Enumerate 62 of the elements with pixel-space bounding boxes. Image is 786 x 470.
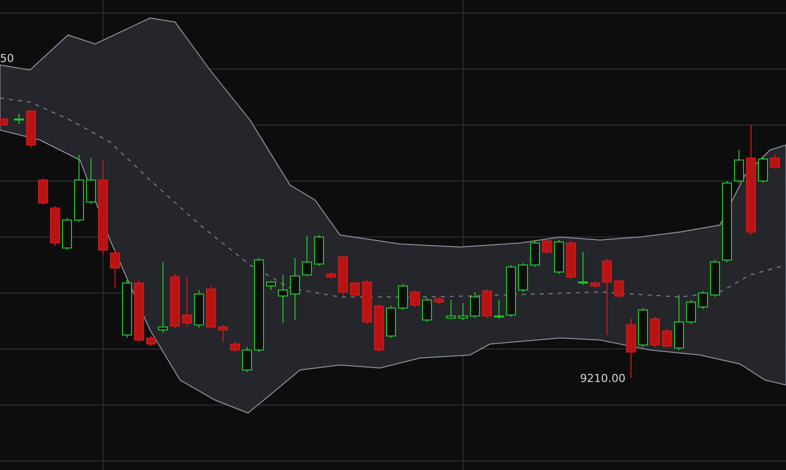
candlestick xyxy=(26,110,36,148)
candlestick xyxy=(266,280,276,290)
candlestick xyxy=(686,300,696,324)
candlestick xyxy=(302,236,312,276)
candlestick xyxy=(674,294,684,350)
candlestick xyxy=(578,252,588,286)
candlestick xyxy=(206,286,216,330)
candlestick xyxy=(182,276,192,328)
candlestick xyxy=(506,264,516,318)
candlestick xyxy=(590,280,600,288)
candlestick xyxy=(542,238,552,254)
candlestick xyxy=(14,114,24,124)
candlestick xyxy=(398,284,408,310)
price-label: 9210.00 xyxy=(580,372,626,385)
candlestick xyxy=(0,118,8,126)
candlestick xyxy=(530,240,540,268)
candlestick xyxy=(230,340,240,352)
candlestick xyxy=(470,292,480,318)
candlestick xyxy=(698,290,708,310)
price-label: 50 xyxy=(0,52,14,65)
candlestick xyxy=(494,300,504,320)
candlestick xyxy=(566,240,576,280)
candlestick xyxy=(422,298,432,322)
candlestick xyxy=(110,250,120,288)
candlestick xyxy=(434,296,444,304)
candlestick xyxy=(134,280,144,342)
candlestick xyxy=(350,282,360,298)
candlestick xyxy=(458,302,468,320)
candlestick xyxy=(194,290,204,328)
candlestick xyxy=(758,156,768,184)
candlestick xyxy=(170,274,180,328)
candlestick xyxy=(662,328,672,348)
candlestick xyxy=(74,154,84,222)
candlestick xyxy=(614,278,624,298)
candlestick xyxy=(638,308,648,348)
candlestick xyxy=(158,262,168,334)
candlestick xyxy=(626,318,636,378)
candlestick xyxy=(326,272,336,280)
candlestick xyxy=(242,346,252,372)
candlestick xyxy=(86,158,96,204)
candlestick xyxy=(38,178,48,206)
candlestick xyxy=(518,262,528,292)
candlestick xyxy=(554,240,564,274)
candlestick xyxy=(446,300,456,320)
candlestick xyxy=(374,304,384,352)
candlestick xyxy=(650,316,660,348)
candlestick xyxy=(734,150,744,184)
candlestick xyxy=(122,280,132,338)
candlestick xyxy=(770,154,780,170)
candlestick xyxy=(410,290,420,308)
candlestick xyxy=(338,256,348,296)
candlestick xyxy=(482,288,492,318)
candlestick xyxy=(362,280,372,324)
candlestick xyxy=(386,306,396,338)
candlestick xyxy=(278,274,288,324)
candlestick xyxy=(314,234,324,266)
candlestick xyxy=(290,258,300,320)
candlestick xyxy=(50,206,60,246)
candlestick xyxy=(146,336,156,346)
candlestick xyxy=(62,218,72,250)
candlestick xyxy=(710,260,720,298)
candlestick xyxy=(218,324,228,342)
